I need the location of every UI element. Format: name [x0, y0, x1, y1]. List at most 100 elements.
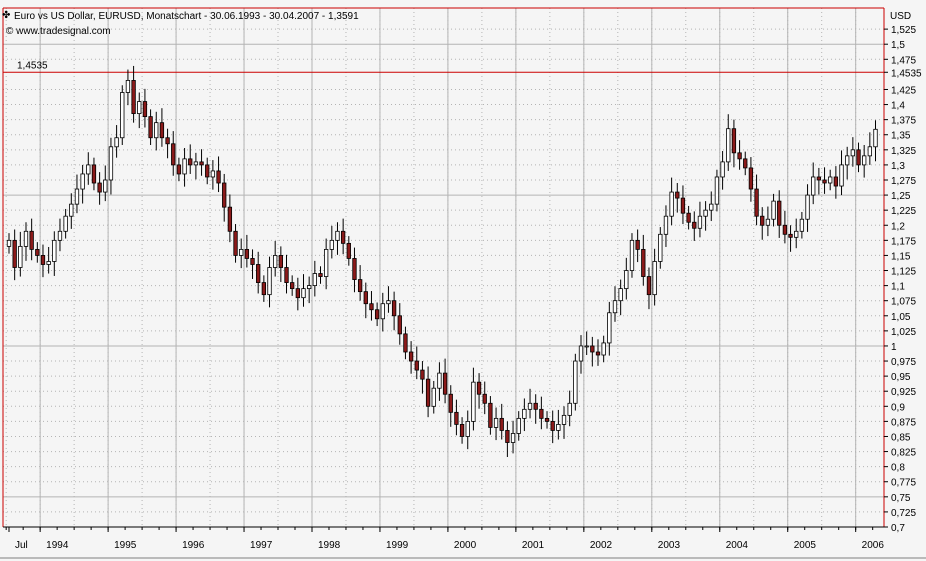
y-tick-label-15: 1,15 [891, 251, 911, 262]
y-tick-label-13: 1,2 [891, 221, 905, 232]
candle-body-78 [448, 393, 453, 413]
candle-body-122 [697, 215, 703, 229]
y-tick-label-9: 1,3 [891, 161, 905, 172]
candle-body-96 [550, 420, 555, 431]
candle-body-75 [431, 387, 436, 407]
candle-body-120 [686, 212, 691, 223]
candle-body-67 [386, 300, 391, 305]
candle-body-63 [363, 291, 368, 305]
candle-body-114 [652, 261, 657, 296]
candle-body-42 [244, 248, 250, 259]
candle-body-72 [414, 360, 419, 371]
candle-body-111 [635, 239, 640, 250]
candle-body-14 [86, 164, 91, 175]
y-tick-label-10: 1,275 [891, 176, 916, 187]
chart-title: Euro vs US Dollar, EURUSD, Monatschart -… [14, 11, 359, 22]
candle-body-37 [216, 170, 221, 184]
candle-body-19 [114, 137, 119, 148]
candle-body-62 [357, 279, 363, 293]
x-tick-label-4: 1997 [250, 540, 273, 551]
candle-body-41 [239, 248, 244, 256]
candle-body-13 [80, 173, 85, 190]
candle-body-119 [680, 197, 686, 214]
candle-body-133 [760, 215, 765, 226]
candle-body-93 [533, 402, 538, 410]
candle-body-1 [12, 239, 17, 268]
candle-20 [120, 85, 125, 145]
x-tick-label-8: 2001 [522, 540, 545, 551]
candle-body-4 [29, 230, 34, 250]
candle-body-124 [709, 203, 714, 211]
candle-body-38 [222, 182, 227, 208]
y-tick-label-27: 0,85 [891, 432, 911, 443]
candle-body-50 [290, 282, 295, 290]
x-tick-label-6: 1999 [386, 540, 409, 551]
candle-body-116 [663, 215, 669, 235]
candle-body-51 [295, 288, 300, 299]
candle-body-92 [527, 402, 533, 410]
candle-body-121 [692, 221, 697, 229]
candle-body-138 [788, 233, 793, 238]
candle-body-56 [323, 248, 329, 277]
candle-body-21 [125, 80, 131, 93]
y-tick-label-32: 0,725 [891, 508, 916, 519]
candle-body-22 [131, 80, 136, 115]
candle-body-147 [839, 164, 844, 187]
candle-body-46 [267, 267, 272, 296]
candle-body-7 [46, 261, 51, 265]
candle-body-24 [142, 101, 148, 118]
candle-body-18 [108, 146, 114, 181]
candle-body-142 [811, 176, 816, 196]
candle-body-105 [601, 342, 606, 356]
y-tick-label-12: 1,225 [891, 206, 916, 217]
candle-body-129 [737, 152, 742, 160]
candle-body-134 [765, 218, 771, 226]
y-tick-label-22: 0,975 [891, 357, 916, 368]
candle-body-99 [567, 402, 572, 416]
candle-body-84 [482, 393, 487, 404]
y-tick-label-17: 1,1 [891, 282, 905, 293]
candle-body-15 [91, 164, 97, 184]
candle-body-47 [273, 255, 278, 268]
candle-body-73 [420, 369, 425, 380]
candle-body-36 [210, 170, 216, 178]
candle-body-140 [799, 218, 805, 232]
candle-body-43 [250, 258, 255, 265]
candle-body-94 [539, 408, 544, 419]
candle-body-97 [556, 424, 561, 431]
chart-credit: © www.tradesignal.com [6, 26, 111, 37]
candle-body-70 [403, 333, 408, 353]
candle-body-0 [6, 239, 12, 247]
candle-body-52 [301, 288, 306, 299]
candle-body-61 [352, 258, 357, 280]
candle-body-103 [590, 345, 595, 353]
candle-body-17 [103, 179, 108, 193]
candle-body-49 [284, 267, 289, 283]
candle-body-100 [573, 360, 578, 404]
candle-body-45 [261, 282, 267, 296]
y-tick-label-20: 1,025 [891, 327, 916, 338]
candle-body-85 [488, 402, 493, 428]
candle-body-98 [561, 414, 567, 425]
y-tick-label-21: 1 [891, 342, 897, 353]
candle-body-26 [154, 122, 159, 139]
eurusd-monthly-chart: 1,4535 1,525 1,5 1,475 1,4535 1,425 1,4 1,375 1… [0, 0, 926, 561]
candle-100 [573, 353, 578, 411]
candle-body-11 [69, 203, 74, 217]
candle-body-68 [391, 300, 397, 317]
candle-body-95 [544, 417, 550, 422]
candle-body-101 [578, 345, 584, 362]
candle-body-89 [510, 433, 516, 443]
candle-body-25 [148, 116, 153, 139]
candle-body-81 [465, 420, 470, 437]
y-tick-label-4: 1,425 [891, 85, 916, 96]
y-tick-label-2: 1,475 [891, 55, 916, 66]
y-tick-label-33: 0,7 [891, 523, 905, 534]
candle-body-108 [618, 288, 623, 302]
candle-body-117 [669, 191, 674, 217]
candle-body-123 [703, 209, 708, 217]
candle-body-86 [493, 417, 499, 428]
candle-body-148 [845, 155, 850, 166]
candle-body-141 [805, 194, 810, 220]
candle-body-31 [182, 158, 187, 175]
